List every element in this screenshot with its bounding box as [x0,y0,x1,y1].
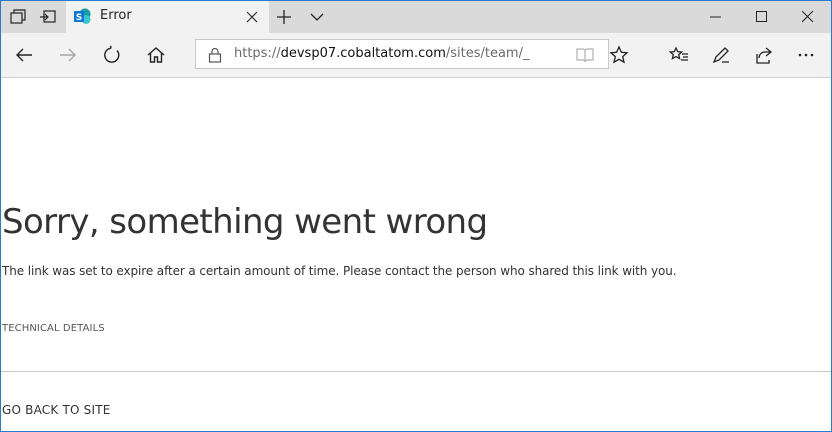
technical-details-link[interactable]: TECHNICAL DETAILS [2,323,105,334]
home-icon[interactable] [146,45,166,65]
error-heading: Sorry, something went wrong [2,202,488,242]
browser-window: S Error https://devsp07.cobaltatom.com/s… [0,0,832,432]
page-content: Sorry, something went wrong The link was… [1,78,831,431]
new-tab-icon[interactable] [276,9,292,25]
url-scheme: https:// [234,46,281,61]
pen-web-note-icon[interactable] [711,45,731,65]
url-path: /sites/team/_layouts/15/g [445,46,530,61]
tab-active[interactable]: S Error [66,1,269,33]
error-message: The link was set to expire after a certa… [2,264,677,278]
refresh-icon[interactable] [102,45,122,65]
navigation-bar: https://devsp07.cobaltatom.com/sites/tea… [1,33,831,78]
add-favorite-star-icon[interactable] [609,45,629,65]
url-text[interactable]: https://devsp07.cobaltatom.com/sites/tea… [234,46,530,61]
divider [1,371,831,372]
sharepoint-icon: S [74,8,91,25]
address-bar[interactable]: https://devsp07.cobaltatom.com/sites/tea… [195,39,609,69]
tab-title: Error [100,8,132,23]
set-aside-tabs-icon[interactable] [39,8,57,26]
back-arrow-icon[interactable] [14,45,34,65]
tab-bar: S Error [1,1,831,33]
tab-preview-chevron-down-icon[interactable] [309,9,325,25]
minimize-button[interactable] [693,1,739,33]
more-menu-icon[interactable] [796,45,816,65]
maximize-button[interactable] [739,1,785,33]
go-back-to-site-link[interactable]: GO BACK TO SITE [2,403,111,417]
url-host: devsp07.cobaltatom.com [280,46,446,61]
reading-view-icon[interactable] [576,47,594,63]
close-window-button[interactable] [785,1,831,33]
lock-icon[interactable] [208,47,222,63]
close-tab-icon[interactable] [244,9,260,25]
svg-text:S: S [76,13,82,23]
share-icon[interactable] [754,45,774,65]
forward-arrow-icon[interactable] [58,45,78,65]
tab-groups-icon[interactable] [9,8,27,26]
favorites-hub-icon[interactable] [668,45,689,65]
